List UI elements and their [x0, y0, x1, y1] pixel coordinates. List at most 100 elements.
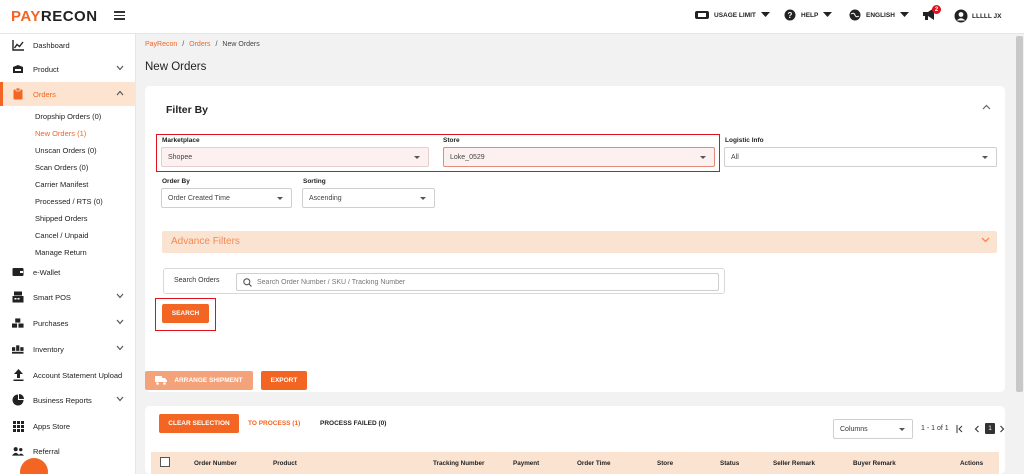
product-box-icon [12, 63, 24, 75]
boxes-icon [12, 317, 24, 329]
col-tracking-number[interactable]: Tracking Number [433, 460, 484, 467]
sidebar-subitem-processed-rts[interactable]: Processed / RTS (0) [35, 197, 103, 206]
table-header-row: Order Number Product Tracking Number Pay… [151, 452, 999, 474]
clear-selection-button[interactable]: CLEAR SELECTION [159, 414, 239, 433]
advance-filters-toggle[interactable]: Advance Filters [162, 231, 997, 253]
col-payment[interactable]: Payment [513, 460, 539, 467]
inventory-icon [12, 343, 24, 355]
col-status[interactable]: Status [720, 460, 739, 467]
logistic-info-label: Logistic Info [725, 137, 764, 144]
export-button[interactable]: EXPORT [261, 371, 307, 390]
sorting-select[interactable]: Ascending [302, 188, 435, 208]
sidebar-item-account-statement-upload[interactable]: Account Statement Upload [0, 364, 136, 386]
chevron-down-icon [116, 293, 124, 299]
sidebar-item-label: Business Reports [33, 395, 92, 405]
sidebar-item-business-reports[interactable]: Business Reports [0, 389, 136, 411]
usage-limit-icon [695, 11, 709, 19]
sidebar-subitem-carrier-manifest[interactable]: Carrier Manifest [35, 180, 88, 189]
sidebar-item-purchases[interactable]: Purchases [0, 312, 136, 334]
help-menu[interactable]: ? HELP [784, 9, 833, 21]
sidebar-item-product[interactable]: Product [0, 58, 136, 80]
search-button[interactable]: SEARCH [162, 304, 209, 323]
sidebar-subitem-scan-orders[interactable]: Scan Orders (0) [35, 163, 88, 172]
help-icon: ? [784, 9, 796, 21]
sidebar-subitem-dropship-orders[interactable]: Dropship Orders (0) [35, 112, 101, 121]
col-order-time[interactable]: Order Time [577, 460, 610, 467]
page-title: New Orders [145, 61, 207, 73]
sidebar-subitem-cancel-unpaid[interactable]: Cancel / Unpaid [35, 231, 88, 240]
usage-limit-menu[interactable]: USAGE LIMIT [694, 9, 770, 21]
chevron-up-icon[interactable] [982, 104, 991, 110]
language-menu[interactable]: ENGLISH [849, 9, 909, 21]
caret-down-icon [277, 197, 283, 200]
col-seller-remark[interactable]: Seller Remark [773, 460, 815, 467]
chevron-down-icon [823, 12, 833, 17]
col-buyer-remark[interactable]: Buyer Remark [853, 460, 896, 467]
notification-count-badge: 2 [932, 5, 941, 14]
breadcrumb-payrecon[interactable]: PayRecon [145, 41, 177, 48]
chart-icon [12, 39, 24, 51]
scrollbar-thumb[interactable] [1016, 36, 1023, 392]
store-label: Store [443, 137, 460, 144]
notifications-button[interactable]: 2 [922, 5, 941, 21]
sidebar-item-label: Account Statement Upload [33, 370, 123, 380]
payrecon-logo[interactable]: PAYRECON [11, 8, 98, 25]
chevron-down-icon [116, 396, 124, 402]
search-orders-input[interactable] [257, 276, 697, 288]
columns-select[interactable]: Columns [833, 419, 913, 439]
apps-grid-icon [12, 420, 24, 432]
globe-icon [849, 9, 861, 21]
sidebar: Dashboard Product Orders Dropship Orders… [0, 34, 136, 474]
sidebar-subitem-shipped-orders[interactable]: Shipped Orders [35, 214, 88, 223]
sidebar-subitem-manage-return[interactable]: Manage Return [35, 248, 87, 257]
sidebar-item-inventory[interactable]: Inventory [0, 338, 136, 360]
select-all-checkbox[interactable] [160, 457, 170, 467]
first-page-icon[interactable] [956, 425, 964, 433]
sidebar-item-apps-store[interactable]: Apps Store [0, 415, 136, 437]
language-label: ENGLISH [866, 11, 895, 19]
sidebar-item-referral[interactable]: Referral [0, 440, 136, 462]
main-content: PayRecon / Orders / New Orders New Order… [136, 34, 1024, 474]
arrange-shipment-button[interactable]: ARRANGE SHIPMENT [145, 371, 253, 390]
sidebar-item-ewallet[interactable]: e-Wallet [0, 261, 136, 283]
user-menu[interactable]: LLLLL JX [954, 9, 1002, 23]
sidebar-item-smart-pos[interactable]: Smart POS [0, 286, 136, 308]
user-name: LLLLL JX [972, 12, 1002, 20]
clipboard-icon [12, 88, 24, 100]
sidebar-item-orders[interactable]: Orders [0, 82, 136, 106]
users-icon [12, 445, 24, 457]
current-page-badge[interactable]: 1 [985, 423, 995, 434]
help-label: HELP [801, 11, 819, 19]
sidebar-item-label: Apps Store [33, 421, 71, 431]
hamburger-menu-icon[interactable] [114, 11, 125, 20]
tab-to-process[interactable]: TO PROCESS (1) [248, 420, 300, 427]
orders-table-card: CLEAR SELECTION TO PROCESS (1) PROCESS F… [145, 406, 1005, 474]
marketplace-select[interactable]: Shopee [161, 147, 429, 167]
store-select[interactable]: Loke_0529 [443, 147, 715, 167]
sidebar-subitem-unscan-orders[interactable]: Unscan Orders (0) [35, 146, 97, 155]
col-actions[interactable]: Actions [960, 460, 983, 467]
order-by-select[interactable]: Order Created Time [161, 188, 292, 208]
chevron-down-icon [760, 12, 770, 17]
page-scrollbar[interactable] [1015, 34, 1024, 474]
sidebar-item-label: Inventory [33, 344, 64, 354]
breadcrumb-orders[interactable]: Orders [189, 41, 210, 48]
sidebar-item-dashboard[interactable]: Dashboard [0, 34, 136, 56]
chevron-down-icon [116, 345, 124, 351]
col-product[interactable]: Product [273, 460, 297, 467]
logistic-info-value: All [731, 153, 739, 161]
breadcrumb-separator: / [182, 41, 185, 48]
user-avatar-icon [954, 9, 968, 23]
sidebar-subitem-new-orders[interactable]: New Orders (1) [35, 129, 86, 138]
usage-limit-label: USAGE LIMIT [714, 11, 756, 19]
logistic-info-select[interactable]: All [724, 147, 997, 167]
prev-page-icon[interactable] [973, 425, 981, 433]
tab-process-failed[interactable]: PROCESS FAILED (0) [320, 420, 386, 427]
sidebar-item-label: Smart POS [33, 292, 71, 302]
col-store[interactable]: Store [657, 460, 673, 467]
marketplace-value: Shopee [168, 153, 193, 161]
next-page-icon[interactable] [998, 425, 1006, 433]
search-icon [243, 278, 252, 287]
col-order-number[interactable]: Order Number [194, 460, 237, 467]
upload-icon [12, 369, 24, 381]
